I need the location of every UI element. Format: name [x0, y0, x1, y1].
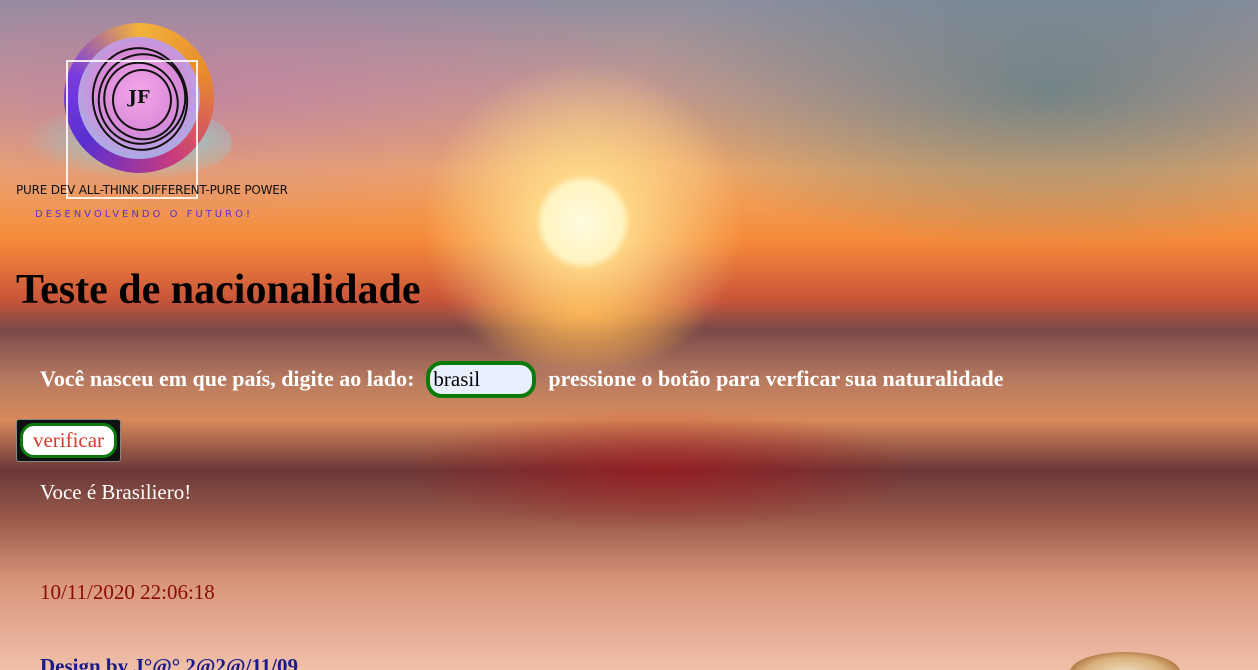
instruction-label: pressione o botão para verficar sua natu… — [548, 366, 1004, 391]
footer-credit: Design by J°@° 2@2@/11/09 — [40, 654, 299, 670]
result-message: Voce é Brasiliero! — [40, 480, 192, 504]
question-label: Você nasceu em que país, digite ao lado: — [40, 366, 415, 391]
datetime-display: 10/11/2020 22:06:18 — [40, 580, 215, 604]
logo-subtitle: DESENVOLVENDO O FUTURO! — [35, 209, 253, 220]
logo-frame — [66, 60, 198, 199]
country-input[interactable] — [426, 360, 537, 398]
verify-button-label: verificar — [20, 423, 117, 458]
nationality-question: Você nasceu em que país, digite ao lado:… — [40, 360, 1004, 398]
verify-button[interactable]: verificar — [16, 419, 121, 462]
background-shell — [1070, 652, 1180, 670]
brand-logo: JF PURE DEV ALL-THINK DIFFERENT-PURE POW… — [16, 20, 288, 230]
page-title: Teste de nacionalidade — [16, 267, 421, 313]
logo-tagline: PURE DEV ALL-THINK DIFFERENT-PURE POWER — [16, 183, 288, 197]
